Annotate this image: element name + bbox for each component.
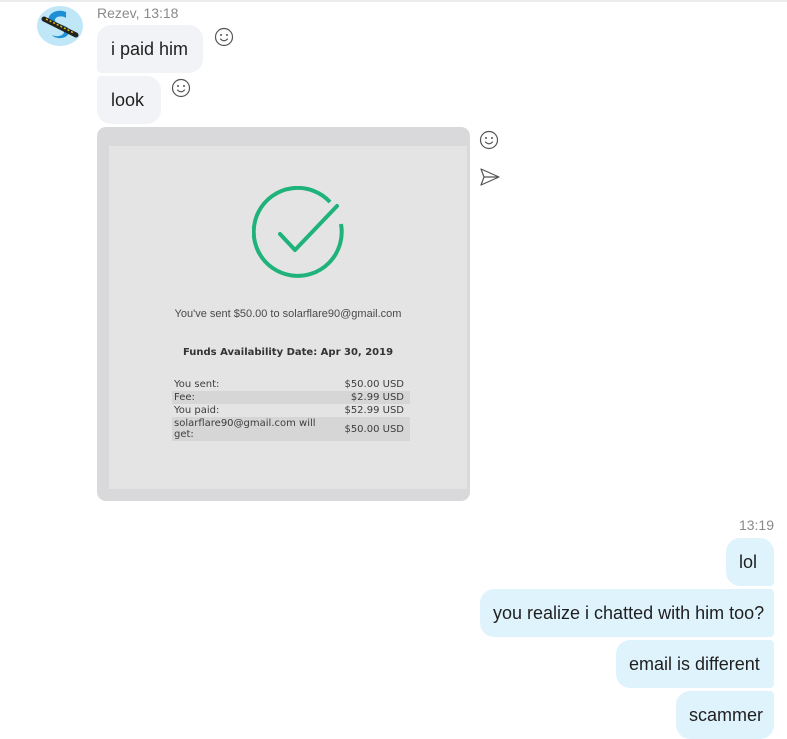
top-divider: [0, 0, 787, 2]
incoming-message-header: Rezev, 13:18: [97, 5, 179, 21]
sent-confirmation-text: You've sent $50.00 to solarflare90@gmail…: [174, 308, 402, 320]
receipt-value: $2.99 USD: [350, 392, 404, 403]
smiley-face-icon[interactable]: [171, 78, 191, 103]
smiley-face-icon[interactable]: [214, 27, 234, 52]
skype-logo-icon: [37, 6, 83, 46]
receipt-value: $50.00 USD: [344, 379, 404, 390]
receipt-table: You sent: $50.00 USD Fee: $2.99 USD You …: [172, 378, 410, 441]
smiley-face-icon[interactable]: [479, 130, 499, 155]
incoming-message-bubble[interactable]: i paid him: [97, 25, 203, 73]
chat-view: Rezev, 13:18 i paid him look You've sent…: [0, 0, 787, 739]
outgoing-message-bubble[interactable]: you realize i chatted with him too?: [480, 589, 774, 637]
checkmark-circle-icon: [252, 186, 344, 278]
receipt-row: You sent: $50.00 USD: [172, 378, 410, 391]
outgoing-message-bubble[interactable]: email is different: [616, 640, 774, 688]
outgoing-message-bubble[interactable]: lol: [726, 538, 774, 586]
receipt-row: You paid: $52.99 USD: [172, 404, 410, 417]
receipt-value: $52.99 USD: [344, 405, 404, 416]
incoming-message-bubble[interactable]: look: [97, 76, 161, 124]
image-attachment[interactable]: You've sent $50.00 to solarflare90@gmail…: [97, 127, 470, 501]
receipt-label: Fee:: [174, 392, 195, 403]
sender-avatar[interactable]: [36, 5, 84, 47]
outgoing-timestamp: 13:19: [738, 517, 774, 533]
receipt-label: solarflare90@gmail.com will get:: [174, 418, 316, 440]
forward-arrow-icon[interactable]: [479, 167, 501, 192]
incoming-timestamp: 13:18: [143, 5, 179, 21]
receipt-row: Fee: $2.99 USD: [172, 391, 410, 404]
receipt-label: You sent:: [174, 379, 220, 390]
receipt-label: You paid:: [174, 405, 220, 416]
receipt-row: solarflare90@gmail.com will get: $50.00 …: [172, 417, 410, 441]
payment-receipt-image: You've sent $50.00 to solarflare90@gmail…: [109, 146, 467, 489]
funds-availability-text: Funds Availability Date: Apr 30, 2019: [182, 347, 394, 358]
sender-name: Rezev: [97, 5, 136, 21]
receipt-value: $50.00 USD: [344, 423, 404, 435]
outgoing-message-bubble[interactable]: scammer: [676, 691, 774, 739]
